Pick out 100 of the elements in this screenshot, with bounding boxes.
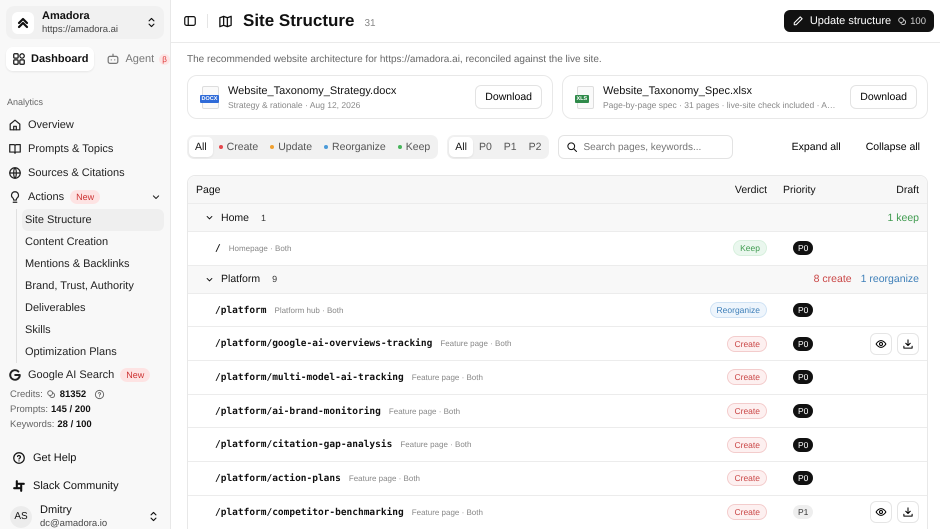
column-header: Draft — [895, 184, 920, 196]
nav-subitem[interactable]: Optimization Plans — [22, 341, 164, 363]
bulk-action-button[interactable]: Expand all — [784, 137, 849, 157]
file-meta: Page-by-page spec · 31 pages · live-site check included · A… — [603, 100, 836, 110]
priority-badge: P0 — [793, 336, 814, 351]
page-count: 31 — [364, 18, 376, 28]
robot-icon — [106, 52, 120, 66]
grid-icon — [12, 52, 26, 66]
column-header: Priority — [782, 184, 817, 196]
page-path: /platform/action-plans — [215, 472, 341, 484]
footer-link[interactable]: Slack Community — [6, 474, 164, 498]
verdict-badge: Create — [727, 403, 767, 420]
group-name: Platform — [221, 273, 260, 286]
page-meta: Homepage · Both — [228, 244, 292, 253]
download-button[interactable]: Download — [850, 85, 917, 109]
column-header: Verdict — [734, 184, 768, 196]
mode-tab[interactable]: Dashboard — [6, 47, 94, 71]
download-button[interactable]: Download — [475, 85, 542, 109]
book-icon — [8, 142, 22, 156]
help-icon — [12, 451, 26, 465]
nav-item[interactable]: Overview — [6, 113, 164, 137]
eye-icon — [875, 506, 887, 518]
nav-subitem[interactable]: Content Creation — [22, 231, 164, 253]
verdict-badge: Create — [727, 470, 767, 486]
section-label: Analytics — [7, 97, 44, 107]
group-name: Home — [221, 212, 250, 224]
workspace-switcher[interactable]: Amadora https://amadora.ai — [6, 6, 164, 39]
update-structure-button[interactable]: Update structure 100 — [784, 10, 934, 32]
priority-filter[interactable]: P1 — [498, 137, 523, 157]
verdict-badge: Create — [727, 336, 767, 352]
search-field[interactable]: Search pages, keywords... — [558, 135, 734, 159]
verdict-badge: Create — [727, 369, 767, 386]
page-path: /platform/citation-gap-analysis — [215, 439, 392, 450]
page-path: /platform/competitor-benchmarking — [215, 506, 404, 518]
lightbulb-icon — [8, 190, 22, 204]
download-draft-button[interactable] — [897, 332, 919, 355]
nav-item[interactable]: Prompts & Topics — [6, 137, 164, 161]
pencil-icon — [792, 15, 804, 27]
nav-item[interactable]: Actions New — [6, 185, 164, 209]
group-count: 1 — [261, 212, 266, 222]
priority-badge: P0 — [793, 370, 814, 384]
bulk-action-button[interactable]: Collapse all — [858, 137, 928, 157]
page-path: /platform/multi-model-ai-tracking — [215, 372, 404, 383]
nav-item[interactable]: Google AI Search New — [6, 363, 164, 387]
eye-icon — [875, 338, 887, 350]
usage-value: 81352 — [60, 389, 86, 400]
page-meta: Feature page · Both — [440, 339, 512, 348]
priority-filter[interactable]: P0 — [472, 137, 498, 157]
nav-subitem[interactable]: Site Structure — [22, 209, 164, 231]
priority-filter[interactable]: All — [449, 137, 473, 157]
user-menu[interactable]: AS Dmitry dc@amadora.io — [6, 498, 164, 529]
beta-badge: β — [159, 54, 170, 64]
download-draft-button[interactable] — [897, 501, 919, 524]
workspace-url: https://amadora.ai — [42, 24, 120, 35]
file-name: Website_Taxonomy_Strategy.docx — [228, 84, 398, 96]
nav-subitem[interactable]: Brand, Trust, Authority — [22, 275, 164, 297]
verdict-filter[interactable]: Keep — [392, 137, 436, 157]
page-meta: Feature page · Both — [412, 508, 483, 517]
page-path: / — [215, 242, 221, 254]
footer-link[interactable]: Get Help — [6, 446, 164, 470]
priority-badge: P0 — [793, 303, 814, 318]
new-badge: New — [120, 368, 150, 382]
globe-icon — [8, 166, 22, 180]
verdict-badge: Reorganize — [710, 302, 767, 318]
page-meta: Platform hub · Both — [274, 306, 344, 315]
description: The recommended website architecture for https://amadora.ai, reconciled against the live site. — [187, 54, 603, 65]
priority-badge: P0 — [793, 471, 814, 486]
download-icon — [902, 506, 914, 518]
file-name: Website_Taxonomy_Spec.xlsx — [603, 84, 753, 96]
user-email: dc@amadora.io — [40, 518, 108, 529]
priority-badge: P0 — [793, 404, 814, 418]
priority-badge: P0 — [793, 241, 814, 256]
priority-badge: P0 — [793, 438, 814, 452]
verdict-filter[interactable]: Reorganize — [318, 137, 392, 157]
verdict-filter[interactable]: All — [189, 137, 213, 157]
preview-button[interactable] — [870, 501, 892, 524]
preview-button[interactable] — [870, 332, 892, 355]
verdict-badge: Create — [727, 436, 767, 453]
nav-subitem[interactable]: Mentions & Backlinks — [22, 253, 164, 275]
coins-icon — [897, 16, 908, 26]
nav-subitem[interactable]: Deliverables — [22, 297, 164, 319]
group-row[interactable]: Platform 9 8 create 1 reorganize — [188, 266, 927, 294]
page-meta: Feature page · Both — [400, 440, 472, 450]
file-meta: Strategy & rationale · Aug 12, 2026 — [228, 100, 362, 110]
nav-item[interactable]: Sources & Citations — [6, 161, 164, 185]
column-header: Page — [195, 184, 222, 196]
group-row[interactable]: Home 1 1 keep — [188, 204, 927, 232]
page-title: Site Structure — [243, 11, 354, 31]
download-icon — [902, 338, 914, 350]
group-summary: 8 create — [814, 273, 852, 286]
usage-label: Keywords: — [10, 419, 54, 430]
verdict-filter[interactable]: Update — [264, 137, 318, 157]
page-path: /platform/google-ai-overviews-tracking — [215, 338, 432, 350]
group-summary: 1 reorganize — [860, 273, 919, 286]
google-icon — [8, 368, 22, 382]
help-icon — [94, 389, 106, 400]
nav-subitem[interactable]: Skills — [22, 319, 164, 341]
priority-filter[interactable]: P2 — [522, 137, 548, 157]
verdict-filter[interactable]: Create — [212, 137, 264, 157]
mode-tab[interactable]: Agent β — [100, 47, 176, 71]
